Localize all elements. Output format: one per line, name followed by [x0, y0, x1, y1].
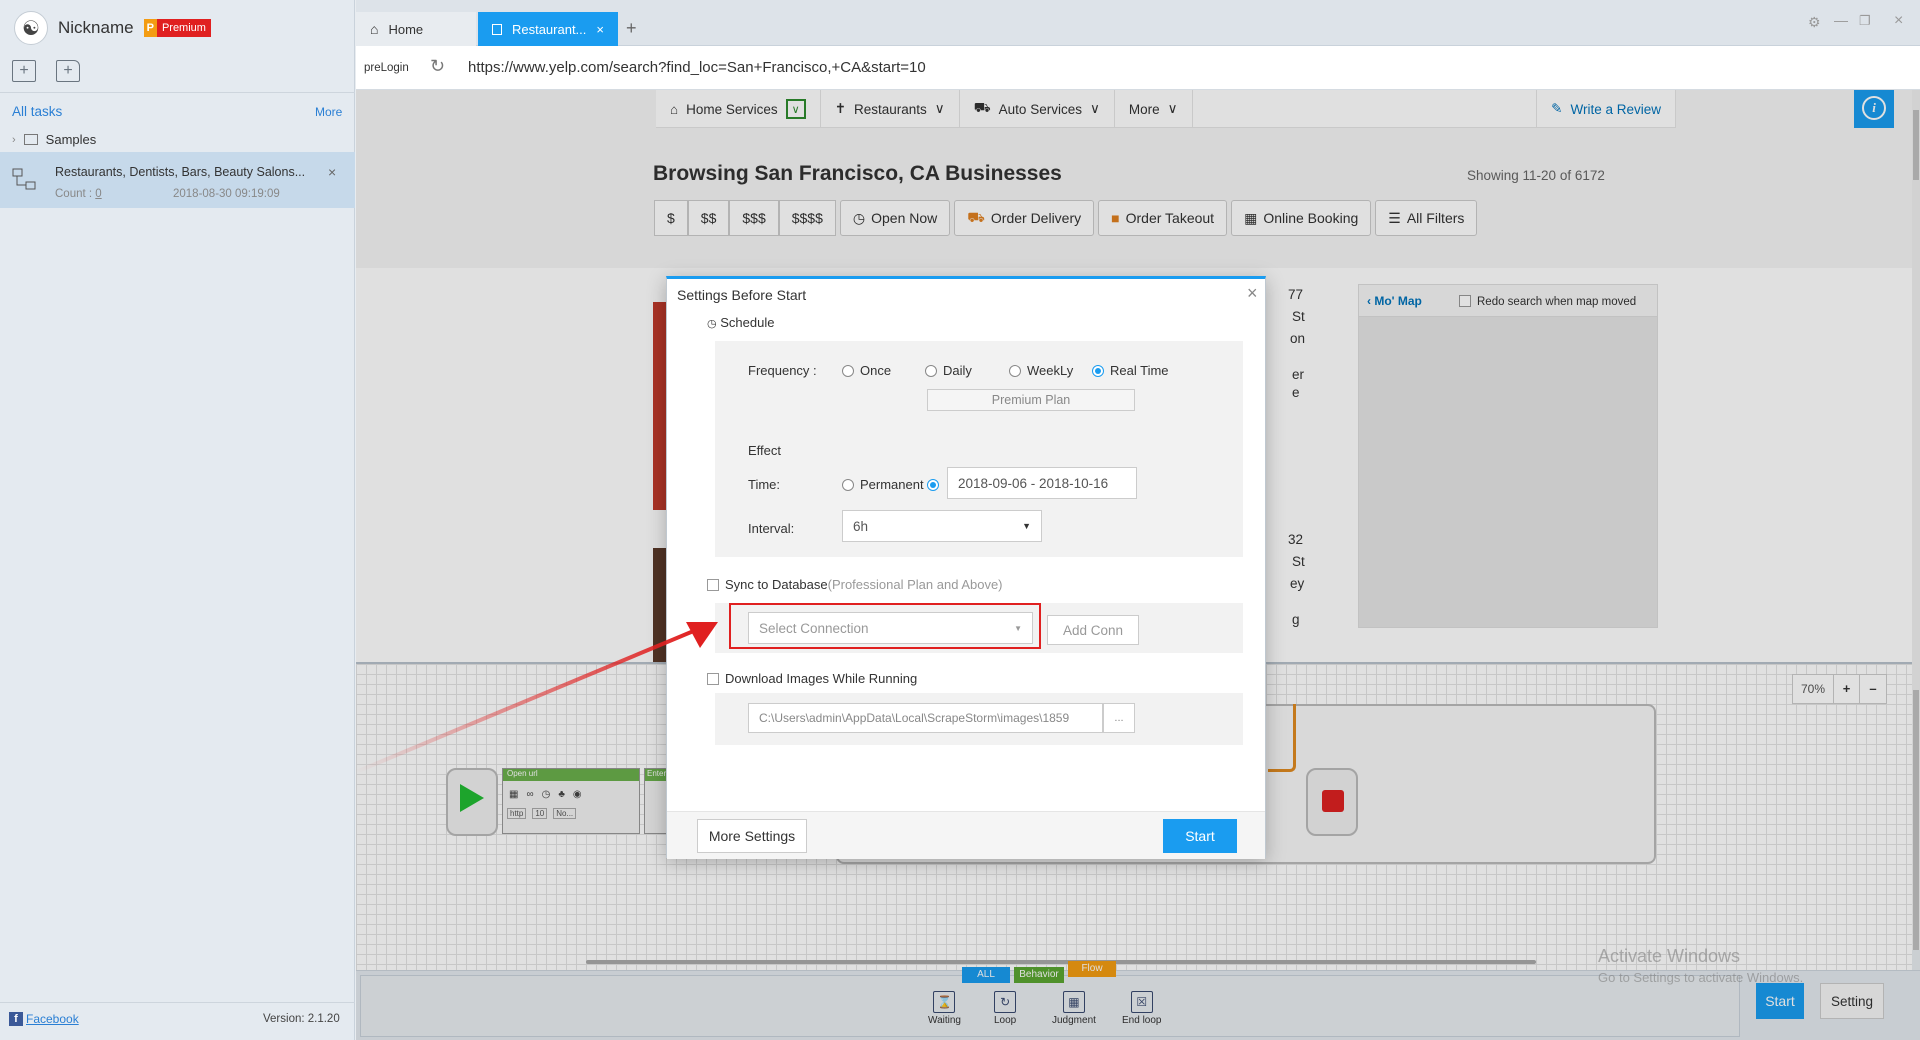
effect-label: Effect	[748, 443, 782, 458]
caret-down-icon: ▼	[1022, 521, 1031, 531]
annotation-arrow	[356, 622, 718, 774]
close-icon[interactable]: ×	[1247, 283, 1258, 304]
divider	[0, 92, 355, 93]
task-item[interactable]: Restaurants, Dentists, Bars, Beauty Salo…	[0, 152, 355, 208]
chevron-right-icon: ›	[12, 133, 16, 146]
schedule-heading: ◷ Schedule	[707, 315, 775, 330]
browse-button[interactable]: ...	[1103, 703, 1135, 733]
task-name: Restaurants, Dentists, Bars, Beauty Salo…	[55, 165, 306, 179]
task-count: Count : 0	[55, 188, 102, 200]
left-panel: ☯ Nickname P Premium + + All tasks More …	[0, 0, 355, 1040]
facebook-icon: f	[9, 1012, 23, 1026]
window-icon	[492, 23, 502, 35]
all-tasks-link[interactable]: All tasks	[12, 104, 62, 119]
close-window-icon[interactable]: ×	[1894, 12, 1903, 30]
browser-tab-bar: ⌂ Home Restaurant... × + ⚙ — ❐ ×	[356, 0, 1920, 46]
more-settings-button[interactable]: More Settings	[697, 819, 807, 853]
caret-down-icon: ▼	[1014, 623, 1022, 633]
new-folder-icon[interactable]: +	[56, 60, 80, 82]
tab-home[interactable]: ⌂ Home	[356, 12, 476, 46]
close-icon[interactable]: ×	[328, 164, 336, 180]
prelogin-button[interactable]: preLogin	[364, 62, 409, 74]
gear-icon[interactable]: ⚙	[1808, 14, 1821, 31]
divider	[0, 1002, 355, 1003]
add-connection-button[interactable]: Add Conn	[1047, 615, 1139, 645]
add-tab-icon[interactable]: +	[626, 18, 637, 39]
premium-plan-button[interactable]: Premium Plan	[927, 389, 1135, 411]
watermark-subtitle: Go to Settings to activate Windows.	[1598, 970, 1804, 985]
avatar[interactable]: ☯	[14, 11, 48, 45]
task-date: 2018-08-30 09:19:09	[173, 188, 280, 200]
samples-label: Samples	[45, 132, 97, 147]
frequency-daily[interactable]: Daily	[925, 363, 972, 378]
dialog-start-button[interactable]: Start	[1163, 819, 1237, 853]
samples-folder[interactable]: › Samples	[12, 132, 96, 147]
restore-icon[interactable]: ❐	[1859, 13, 1871, 29]
frequency-once[interactable]: Once	[842, 363, 891, 378]
download-images-checkbox[interactable]: Download Images While Running	[707, 671, 917, 686]
address-bar: preLogin ↻ https://www.yelp.com/search?f…	[356, 46, 1920, 90]
version-label: Version: 2.1.20	[263, 1013, 340, 1025]
frequency-realtime[interactable]: Real Time	[1092, 363, 1169, 378]
refresh-icon[interactable]: ↻	[430, 56, 445, 77]
time-permanent[interactable]: Permanent	[842, 477, 924, 492]
interval-label: Interval:	[748, 521, 795, 536]
minimize-icon[interactable]: —	[1834, 12, 1848, 28]
close-icon[interactable]: ×	[596, 22, 604, 37]
new-task-icon[interactable]: +	[12, 60, 36, 82]
url-input[interactable]: https://www.yelp.com/search?find_loc=San…	[468, 59, 926, 76]
interval-select[interactable]: 6h ▼	[842, 510, 1042, 542]
settings-dialog: Settings Before Start × ◷ Schedule Frequ…	[666, 276, 1266, 859]
select-connection[interactable]: Select Connection ▼	[748, 612, 1033, 644]
folder-icon	[23, 134, 38, 145]
date-range-input[interactable]: 2018-09-06 - 2018-10-16	[947, 467, 1137, 499]
tab-restaurant[interactable]: Restaurant... ×	[478, 12, 618, 46]
clock-icon: ◷	[707, 318, 717, 330]
time-label: Time:	[748, 477, 781, 492]
home-icon: ⌂	[370, 21, 379, 37]
workflow-icon	[12, 166, 38, 192]
sync-database-checkbox[interactable]: Sync to Database(Professional Plan and A…	[707, 577, 1003, 592]
watermark-title: Activate Windows	[1598, 946, 1741, 966]
frequency-label: Frequency :	[748, 363, 817, 378]
time-range-radio[interactable]	[927, 477, 945, 492]
premium-badge: P Premium	[143, 19, 211, 37]
nickname: Nickname	[58, 18, 134, 37]
dialog-title: Settings Before Start	[677, 287, 807, 303]
image-path-input[interactable]: C:\Users\admin\AppData\Local\ScrapeStorm…	[748, 703, 1103, 733]
facebook-link[interactable]: f Facebook	[9, 1012, 79, 1026]
more-link[interactable]: More	[315, 105, 342, 119]
frequency-weekly[interactable]: WeekLy	[1009, 363, 1073, 378]
user-brand: ☯ Nickname P Premium	[14, 10, 211, 46]
